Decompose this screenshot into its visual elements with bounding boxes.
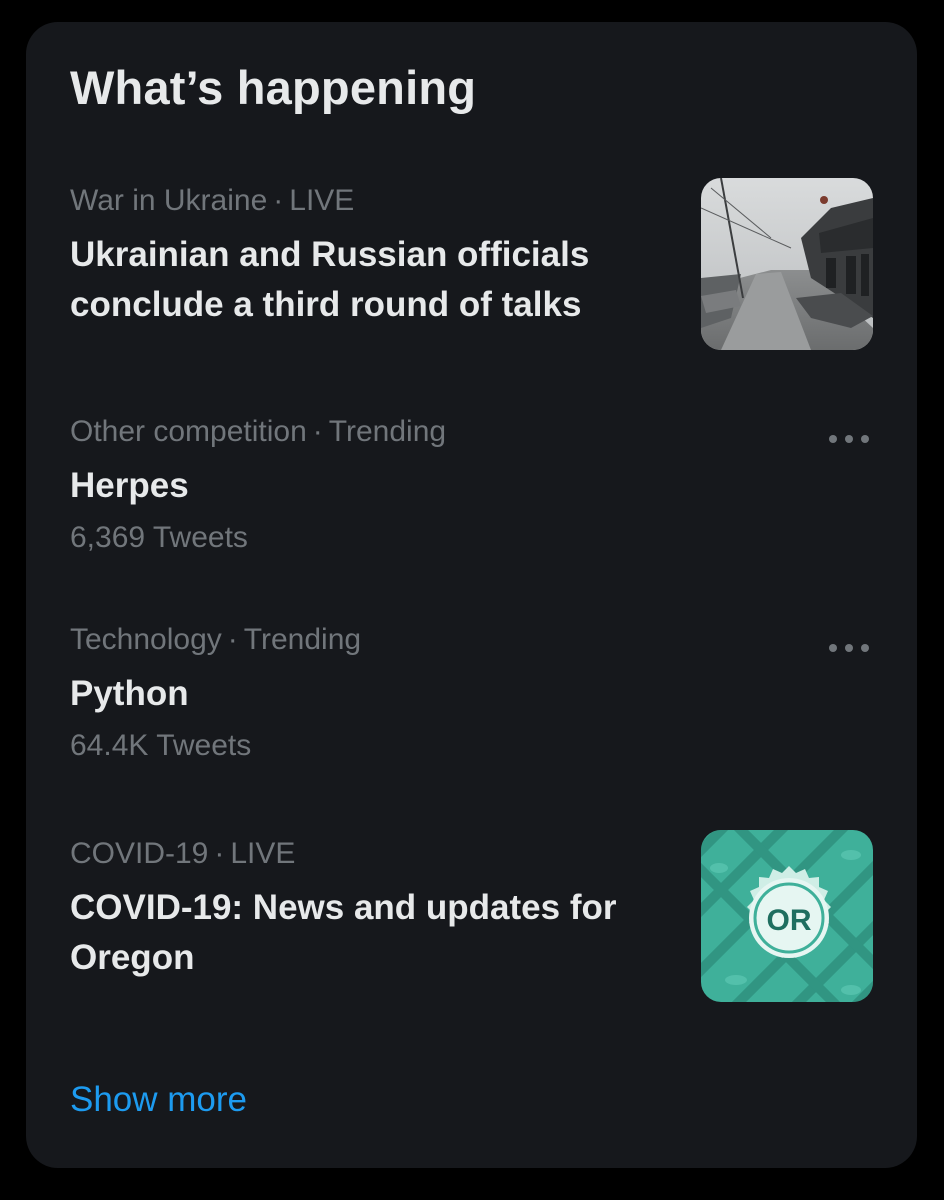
more-horizontal-icon[interactable] [829, 429, 869, 449]
trend-item-herpes[interactable]: Other competition · Trending Herpes 6,369 … [70, 415, 890, 555]
oregon-badge-image: OR [701, 830, 873, 1002]
trend-title: Herpes [70, 466, 189, 505]
trend-status: LIVE [230, 837, 296, 870]
trend-meta: Technology · Trending [70, 623, 890, 657]
trend-separator: · [214, 837, 225, 870]
trend-separator: · [273, 184, 284, 217]
trend-tweet-count: 6,369 Tweets [70, 521, 248, 554]
trend-meta: Other competition · Trending [70, 415, 890, 449]
show-more-link[interactable]: Show more [70, 1080, 247, 1120]
trend-category: COVID-19 [70, 837, 209, 870]
trend-tweet-count: 64.4K Tweets [70, 729, 252, 762]
trend-title: Ukrainian and Russian officials conclude… [70, 235, 590, 324]
street-photo-image [701, 178, 873, 350]
trend-category: Other competition [70, 415, 307, 448]
panel-title: What’s happening [70, 61, 477, 114]
trend-title: Python [70, 674, 189, 713]
trend-category: War in Ukraine [70, 184, 268, 217]
trend-status: LIVE [289, 184, 355, 217]
trend-category: Technology [70, 623, 222, 656]
trend-separator: · [227, 623, 238, 656]
trend-item-python[interactable]: Technology · Trending Python 64.4K Tweets [70, 623, 890, 763]
trend-title: COVID-19: News and updates for Oregon [70, 888, 617, 977]
trend-status: Trending [243, 623, 362, 656]
whats-happening-panel: What’s happening War in Ukraine · LIVE Ukr… [26, 22, 917, 1168]
trend-thumbnail-street-photo[interactable] [701, 178, 873, 350]
trend-thumbnail-oregon-badge[interactable]: OR [701, 830, 873, 1002]
more-horizontal-icon[interactable] [829, 638, 869, 658]
badge-text: OR [767, 904, 812, 937]
trend-status: Trending [328, 415, 447, 448]
trend-separator: · [312, 415, 323, 448]
